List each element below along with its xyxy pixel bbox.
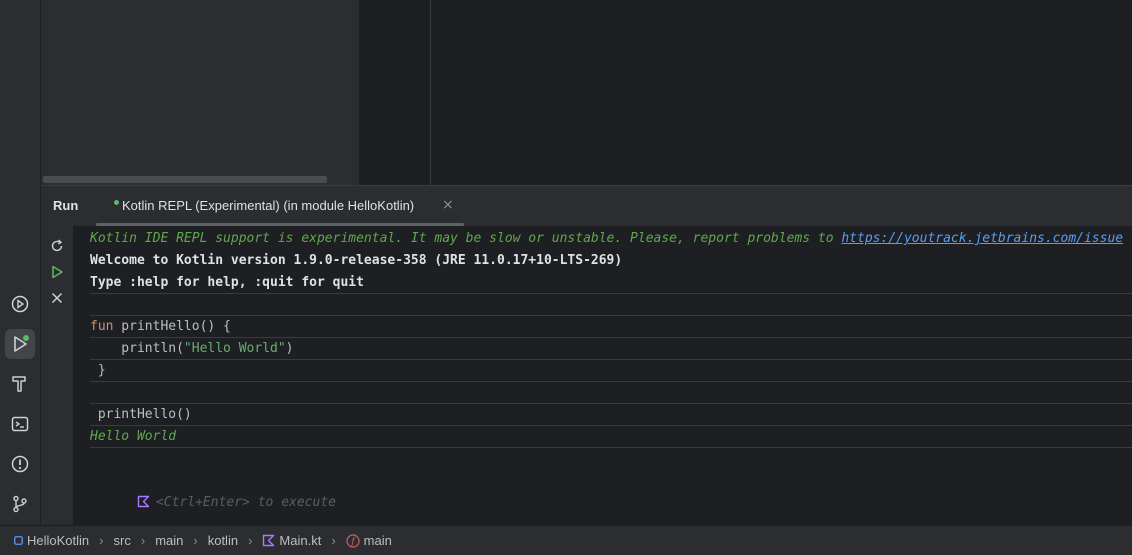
console-line-info: Kotlin IDE REPL support is experimental.… [90,228,1123,250]
horizontal-scrollbar[interactable] [43,176,327,183]
terminal-button[interactable] [5,409,35,439]
separator [90,403,1132,404]
separator [90,425,1132,426]
string-literal: "Hello World" [183,341,286,356]
execute-button[interactable] [48,263,66,281]
hammer-icon [12,376,26,392]
run-tool-window: Run Kotlin REPL (Experimental) (in modul… [41,185,1132,526]
breadcrumb-function[interactable]: f main [346,533,392,548]
run-toolbar [41,226,74,526]
chevron-right-icon: › [193,533,198,548]
editor-area[interactable] [431,0,1132,185]
close-tab-button[interactable]: × [442,197,454,213]
build-button[interactable] [5,369,35,399]
code-line-call: printHello() [90,407,192,422]
git-branch-icon [13,495,27,513]
svg-text:f: f [350,537,356,547]
tab-kotlin-repl[interactable]: Kotlin REPL (Experimental) (in module He… [96,186,464,226]
terminal-icon [11,416,29,432]
info-message: Kotlin IDE REPL support is experimental.… [90,231,842,246]
problems-button[interactable] [5,449,35,479]
module-icon [14,536,23,545]
code-line-println: println("Hello World") [90,338,294,360]
repl-console[interactable]: Kotlin IDE REPL support is experimental.… [90,226,1132,526]
run-tool-button[interactable] [5,329,35,359]
breadcrumb-kotlin[interactable]: kotlin [208,533,238,548]
separator [90,381,1132,382]
separator [90,447,1132,448]
chevron-right-icon: › [99,533,104,548]
console-output: Hello World [90,429,177,444]
chevron-right-icon: › [248,533,253,548]
run-icon [14,335,29,352]
code-text: printHello() { [113,319,231,334]
stop-button[interactable] [48,289,66,307]
code-line-close-brace: } [90,363,106,378]
breadcrumb-label: main [155,533,184,548]
console-line-help: Type :help for help, :quit for quit [90,275,364,290]
tab-label: Kotlin REPL (Experimental) (in module He… [122,198,415,213]
separator [90,359,1132,360]
services-button[interactable] [5,289,35,319]
git-button[interactable] [5,489,35,519]
services-icon [11,295,29,313]
execute-hint: <Ctrl+Enter> to execute [155,495,336,510]
separator [90,293,1132,294]
warning-circle-icon [11,455,29,473]
breadcrumb-label: HelloKotlin [27,533,90,548]
breadcrumb-label: main [363,533,392,548]
function-icon: f [346,533,360,548]
project-panel [41,0,359,185]
editor-gutter [359,0,431,185]
play-icon [52,265,63,279]
chevron-right-icon: › [331,533,336,548]
breadcrumb-main-folder[interactable]: main [155,533,183,548]
console-line-welcome: Welcome to Kotlin version 1.9.0-release-… [90,253,623,268]
code-text: println( [90,341,184,356]
rerun-button[interactable] [48,237,66,255]
running-indicator-icon [114,200,119,205]
tool-window-stripe [0,0,41,525]
code-text: ) [285,341,294,356]
breadcrumb-src[interactable]: src [114,533,131,548]
chevron-right-icon: › [140,533,146,548]
breadcrumb-label: kotlin [207,533,239,548]
navigation-bar: HelloKotlin › src › main › kotlin › Main… [0,525,1132,555]
close-icon [51,292,63,304]
kotlin-file-icon [262,534,275,547]
youtrack-link[interactable]: https://youtrack.jetbrains.com/issue [841,231,1123,246]
keyword-fun: fun [90,319,114,334]
breadcrumb-label: src [113,533,131,548]
rerun-icon [51,239,63,252]
run-window-title: Run [53,198,79,213]
separator [90,315,1132,316]
kotlin-icon [137,495,150,508]
code-line-fun: fun printHello() { [90,316,231,338]
breadcrumb-label: Main.kt [279,533,322,548]
repl-input-line[interactable]: <Ctrl+Enter> to execute [90,470,336,510]
run-tool-window-header: Run Kotlin REPL (Experimental) (in modul… [41,186,1132,226]
breadcrumb-project[interactable]: HelloKotlin [14,533,89,548]
breadcrumb-file[interactable]: Main.kt [262,533,321,548]
